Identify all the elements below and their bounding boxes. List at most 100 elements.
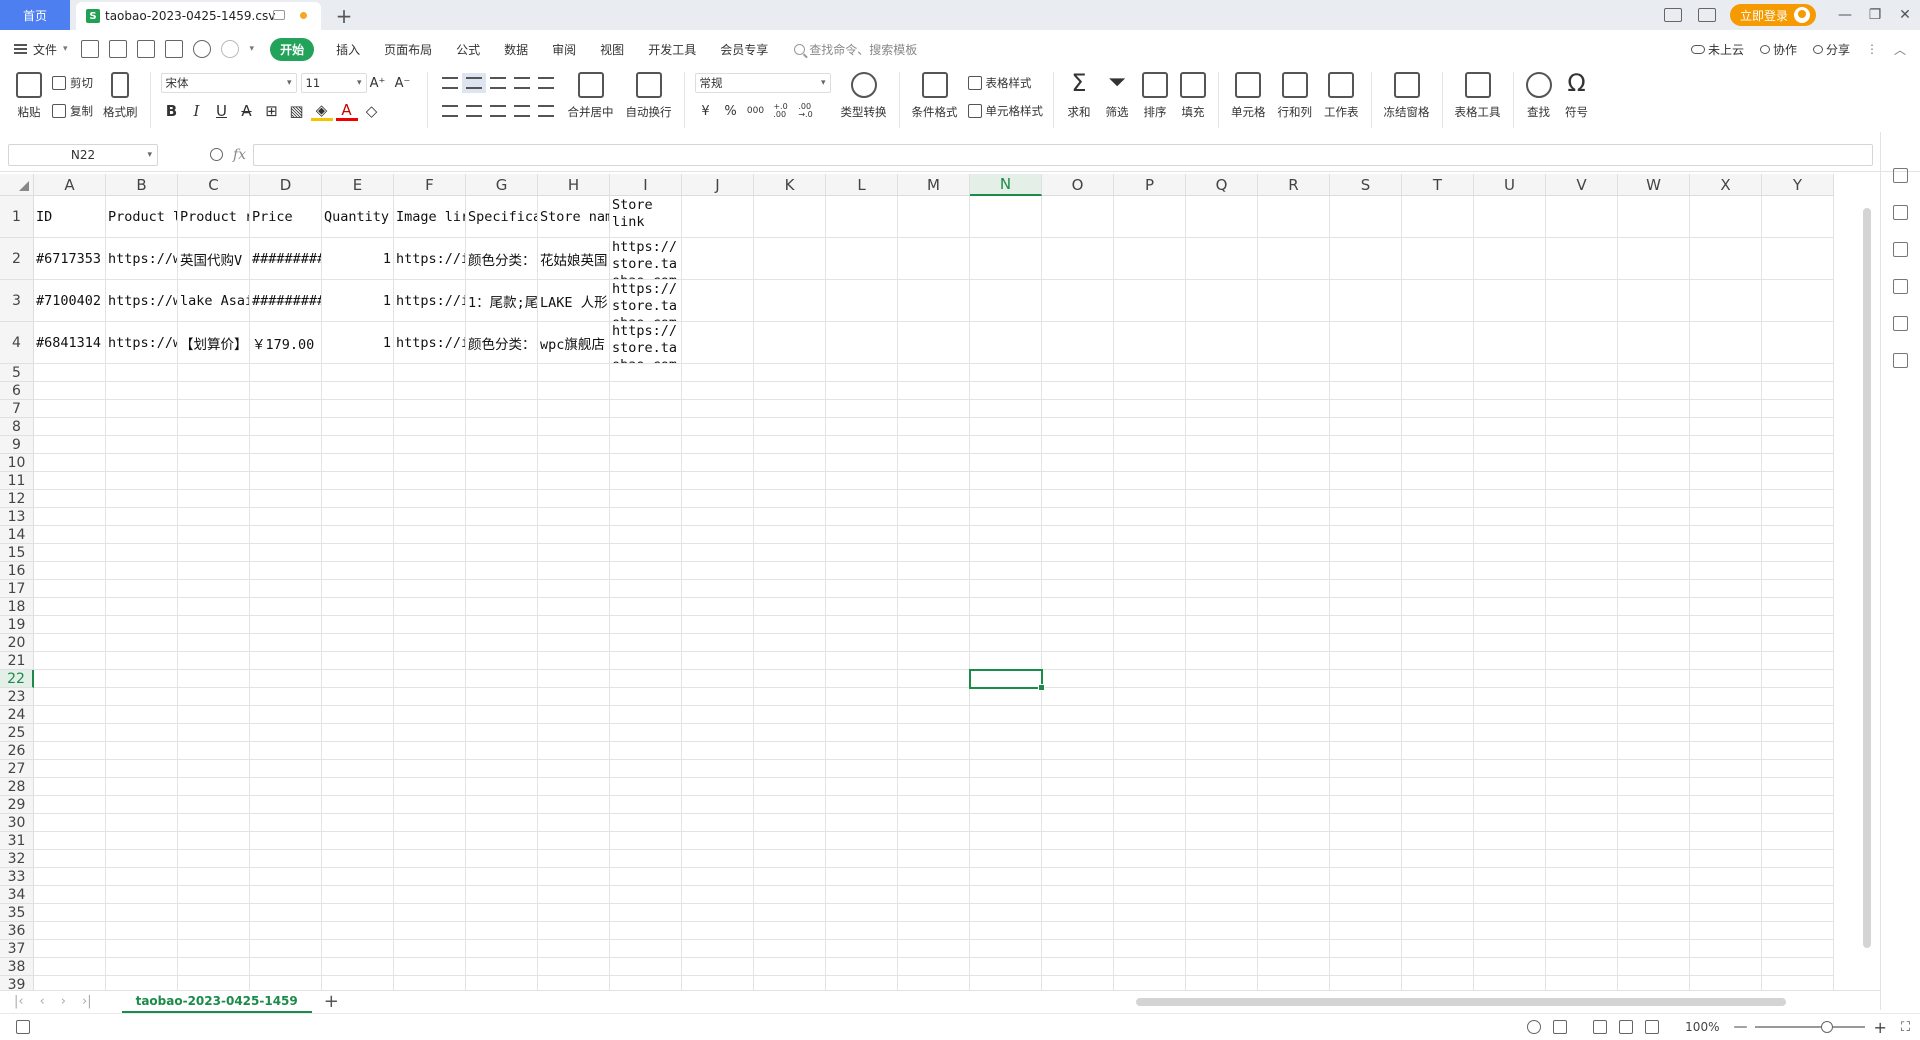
cell-q16[interactable] [1186, 562, 1258, 580]
zoom-in-button[interactable]: + [1873, 1018, 1886, 1037]
indent-decrease-icon[interactable] [513, 77, 530, 89]
cell-b2[interactable]: https://w [106, 238, 178, 280]
cell-r31[interactable] [1258, 832, 1330, 850]
properties-icon[interactable] [1893, 205, 1908, 220]
cell-i29[interactable] [610, 796, 682, 814]
cell-g30[interactable] [466, 814, 538, 832]
cell-a29[interactable] [34, 796, 106, 814]
cell-o3[interactable] [1042, 280, 1114, 322]
cell-s28[interactable] [1330, 778, 1402, 796]
row-header[interactable]: 29 [0, 796, 34, 814]
cell-p7[interactable] [1114, 400, 1186, 418]
row-header[interactable]: 26 [0, 742, 34, 760]
cell-c28[interactable] [178, 778, 250, 796]
cell-h25[interactable] [538, 724, 610, 742]
cell-g10[interactable] [466, 454, 538, 472]
row-header[interactable]: 7 [0, 400, 34, 418]
cell-c3[interactable]: lake Asai [178, 280, 250, 322]
cell-r24[interactable] [1258, 706, 1330, 724]
cell-r19[interactable] [1258, 616, 1330, 634]
cell-g32[interactable] [466, 850, 538, 868]
page-break-view-icon[interactable] [1645, 1020, 1660, 1034]
cell-q20[interactable] [1186, 634, 1258, 652]
cell-n12[interactable] [970, 490, 1042, 508]
cell-u15[interactable] [1474, 544, 1546, 562]
input-method-icon[interactable] [1553, 1020, 1568, 1034]
cell-d34[interactable] [250, 886, 322, 904]
cell-u4[interactable] [1474, 322, 1546, 364]
cell-x2[interactable] [1690, 238, 1762, 280]
cell-v8[interactable] [1546, 418, 1618, 436]
cell-f28[interactable] [394, 778, 466, 796]
cell-a7[interactable] [34, 400, 106, 418]
print-preview-icon[interactable] [164, 40, 183, 58]
cell-o14[interactable] [1042, 526, 1114, 544]
cell-e7[interactable] [322, 400, 394, 418]
row-header[interactable]: 17 [0, 580, 34, 598]
cell-g24[interactable] [466, 706, 538, 724]
row-header[interactable]: 10 [0, 454, 34, 472]
cell-w17[interactable] [1618, 580, 1690, 598]
cell-q1[interactable] [1186, 196, 1258, 238]
column-header-a[interactable]: A [34, 174, 106, 196]
cell-h29[interactable] [538, 796, 610, 814]
fill-button[interactable]: 填充 [1180, 68, 1206, 120]
cell-c27[interactable] [178, 760, 250, 778]
cell-u24[interactable] [1474, 706, 1546, 724]
row-header[interactable]: 20 [0, 634, 34, 652]
filter-button[interactable]: ⏷ 筛选 [1104, 68, 1130, 120]
cell-s20[interactable] [1330, 634, 1402, 652]
cell-m22[interactable] [898, 670, 970, 688]
cell-o39[interactable] [1042, 976, 1114, 990]
cell-t16[interactable] [1402, 562, 1474, 580]
cell-f30[interactable] [394, 814, 466, 832]
cell-y15[interactable] [1762, 544, 1834, 562]
cell-m13[interactable] [898, 508, 970, 526]
cell-k13[interactable] [754, 508, 826, 526]
cell-b15[interactable] [106, 544, 178, 562]
cell-v17[interactable] [1546, 580, 1618, 598]
cell-u19[interactable] [1474, 616, 1546, 634]
cell-n7[interactable] [970, 400, 1042, 418]
cell-g3[interactable]: 1：尾款;尾 [466, 280, 538, 322]
command-search[interactable]: 查找命令、搜索模板 [794, 41, 917, 58]
cut-button[interactable]: 剪切 [52, 70, 93, 96]
cell-f29[interactable] [394, 796, 466, 814]
cell-n23[interactable] [970, 688, 1042, 706]
cell-r27[interactable] [1258, 760, 1330, 778]
cell-l37[interactable] [826, 940, 898, 958]
cell-y4[interactable] [1762, 322, 1834, 364]
cell-h4[interactable]: wpc旗舰店 [538, 322, 610, 364]
cell-j36[interactable] [682, 922, 754, 940]
cell-d31[interactable] [250, 832, 322, 850]
cell-c20[interactable] [178, 634, 250, 652]
cell-q35[interactable] [1186, 904, 1258, 922]
cell-a39[interactable] [34, 976, 106, 990]
cell-p4[interactable] [1114, 322, 1186, 364]
cell-b14[interactable] [106, 526, 178, 544]
cell-x15[interactable] [1690, 544, 1762, 562]
cell-n36[interactable] [970, 922, 1042, 940]
cell-j16[interactable] [682, 562, 754, 580]
cell-s9[interactable] [1330, 436, 1402, 454]
cell-j25[interactable] [682, 724, 754, 742]
cell-e25[interactable] [322, 724, 394, 742]
cell-e20[interactable] [322, 634, 394, 652]
cell-o1[interactable] [1042, 196, 1114, 238]
cell-c35[interactable] [178, 904, 250, 922]
cell-u18[interactable] [1474, 598, 1546, 616]
cell-q6[interactable] [1186, 382, 1258, 400]
cell-x26[interactable] [1690, 742, 1762, 760]
cell-j33[interactable] [682, 868, 754, 886]
cell-w30[interactable] [1618, 814, 1690, 832]
cell-e10[interactable] [322, 454, 394, 472]
cell-c33[interactable] [178, 868, 250, 886]
cell-p14[interactable] [1114, 526, 1186, 544]
cell-d18[interactable] [250, 598, 322, 616]
cell-e36[interactable] [322, 922, 394, 940]
cell-w20[interactable] [1618, 634, 1690, 652]
cell-i2[interactable]: https:// store.ta obao.com [610, 238, 682, 280]
zoom-slider-knob[interactable] [1821, 1021, 1834, 1033]
row-header[interactable]: 21 [0, 652, 34, 670]
cell-w38[interactable] [1618, 958, 1690, 976]
